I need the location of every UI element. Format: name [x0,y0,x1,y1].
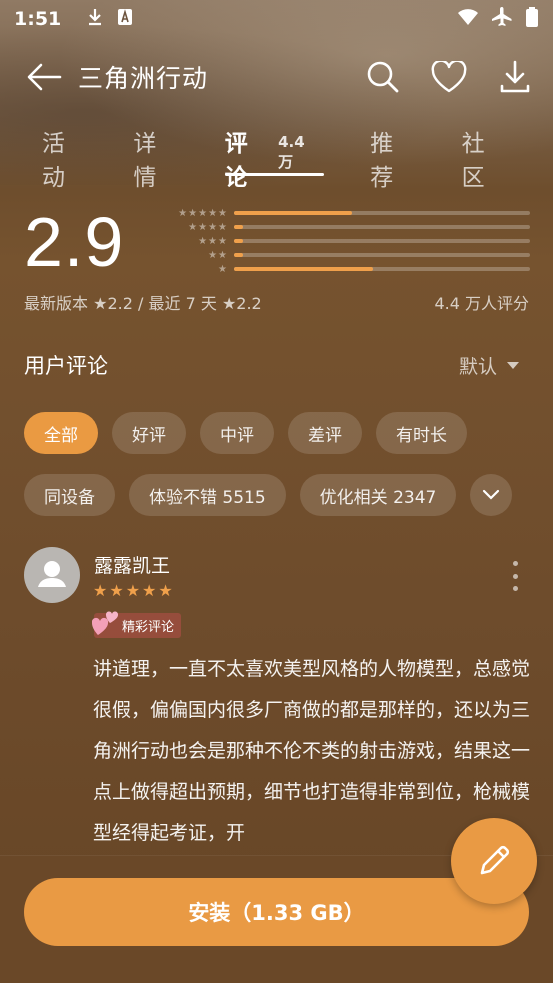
reviews-header: 用户评论 默认 [24,350,519,380]
star-level-icons: ★★ [208,249,228,261]
wifi-icon [457,8,479,30]
filter-chip[interactable]: 全部 [24,412,98,454]
filter-row-2: 同设备 体验不错 5515 优化相关 2347 [24,474,529,516]
rating-bar-fill [234,253,243,257]
rating-summary: 2.9 ★★★★★ ★★★★ ★★★ ★★ ★ 最新版本 ★2.2 / 最近 7 天 ★… [0,182,553,322]
dot [512,573,518,579]
sort-dropdown[interactable]: 默认 [459,352,519,379]
separator: / [138,294,149,313]
version-scores: 最新版本 ★2.2 / 最近 7 天 ★2.2 [24,290,262,314]
download-status-icon [87,8,103,30]
download-button[interactable] [497,59,533,95]
average-score: 2.9 [24,203,125,281]
dropdown-arrow-icon [507,361,519,369]
latest-version-label: 最新版本 [24,294,89,313]
reviews-title: 用户评论 [24,354,108,378]
featured-review-badge: 精彩评论 [91,611,182,638]
filter-chip[interactable]: 中评 [200,412,274,454]
filter-row-1: 全部 好评 中评 差评 有时长 [24,412,529,454]
write-review-button[interactable] [451,818,537,904]
arrow-left-icon [27,63,62,91]
rating-bar-track [234,239,530,243]
rating-bar-fill [234,239,243,243]
rating-bar-track [234,267,530,271]
filter-chip[interactable]: 同设备 [24,474,115,516]
expand-filters-button[interactable] [470,474,513,516]
filter-chip[interactable]: 有时长 [376,412,467,454]
app-screen: 1:51 三角洲行动 活动 详情 评论 4.4 万 推荐 社区 2.9 ★★★★… [0,0,553,983]
review-username[interactable]: 露露凯王 [94,551,170,578]
star-level-icons: ★ [218,263,228,275]
recent-label: 最近 7 天 [148,294,217,313]
pencil-icon [480,845,510,875]
tab-reviews[interactable]: 评论 4.4 万 [224,124,325,191]
review-filters: 全部 好评 中评 差评 有时长 同设备 体验不错 5515 优化相关 2347 [24,412,529,536]
search-button[interactable] [365,59,401,95]
status-bar: 1:51 [0,0,553,38]
star-level-icons: ★★★★★ [178,207,228,219]
tab-recommend[interactable]: 推荐 [370,124,415,191]
hearts-icon [91,609,122,641]
dot [512,561,518,566]
heart-icon [431,61,467,93]
favorite-button[interactable] [431,59,467,95]
chevron-down-icon [483,489,500,500]
star-icon: ★ [221,294,237,313]
filter-chip[interactable]: 好评 [112,412,186,454]
dot [512,586,518,591]
user-icon [38,561,66,587]
rating-bar-2-star: ★★ [168,248,530,262]
rating-count: 4.4 万人评分 [434,294,529,313]
star-level-icons: ★★★ [198,235,228,247]
rating-bar-track [234,253,530,257]
filter-chip[interactable]: 差评 [288,412,362,454]
review-text[interactable]: 讲道理，一直不太喜欢美型风格的人物模型，总感觉很假，偏偏国内很多厂商做的都是那样… [93,649,533,849]
filter-chip[interactable]: 优化相关 2347 [299,474,457,516]
recent-score: 2.2 [236,294,262,313]
rating-bar-5-star: ★★★★★ [168,206,530,220]
latest-version-score: 2.2 [107,294,133,313]
tab-bar: 活动 详情 评论 4.4 万 推荐 社区 [0,124,553,191]
battery-icon [525,6,539,32]
tab-details[interactable]: 详情 [133,124,178,191]
rating-bar-3-star: ★★★ [168,234,530,248]
rating-bar-1-star: ★ [168,262,530,276]
badge-label: 精彩评论 [122,620,175,635]
tab-community[interactable]: 社区 [462,124,507,191]
sort-label: 默认 [458,355,497,378]
rating-bar-track [234,225,530,229]
rating-bar-fill [234,211,353,215]
filter-chip[interactable]: 体验不错 5515 [129,474,286,516]
avatar[interactable] [24,547,80,603]
install-button[interactable]: 安装（1.33 GB） [24,878,529,946]
download-icon [500,60,530,93]
rating-bar-track [234,211,530,215]
page-title: 三角洲行动 [78,64,209,93]
tab-activities[interactable]: 活动 [42,124,87,191]
review-more-button[interactable] [507,561,523,591]
rating-bar-fill [234,225,243,229]
font-status-icon [117,8,133,30]
star-level-icons: ★★★★ [188,221,228,233]
rating-distribution: ★★★★★ ★★★★ ★★★ ★★ ★ [168,206,530,276]
search-icon [367,61,399,93]
review-stars: ★★★★★ [93,581,175,600]
status-time: 1:51 [14,8,62,30]
star-icon: ★ [93,294,108,313]
tab-reviews-count: 4.4 万 [278,133,305,171]
top-app-bar: 三角洲行动 [0,50,553,104]
back-button[interactable] [24,57,64,97]
rating-bar-fill [234,267,374,271]
rating-bar-4-star: ★★★★ [168,220,530,234]
airplane-mode-icon [491,6,513,32]
